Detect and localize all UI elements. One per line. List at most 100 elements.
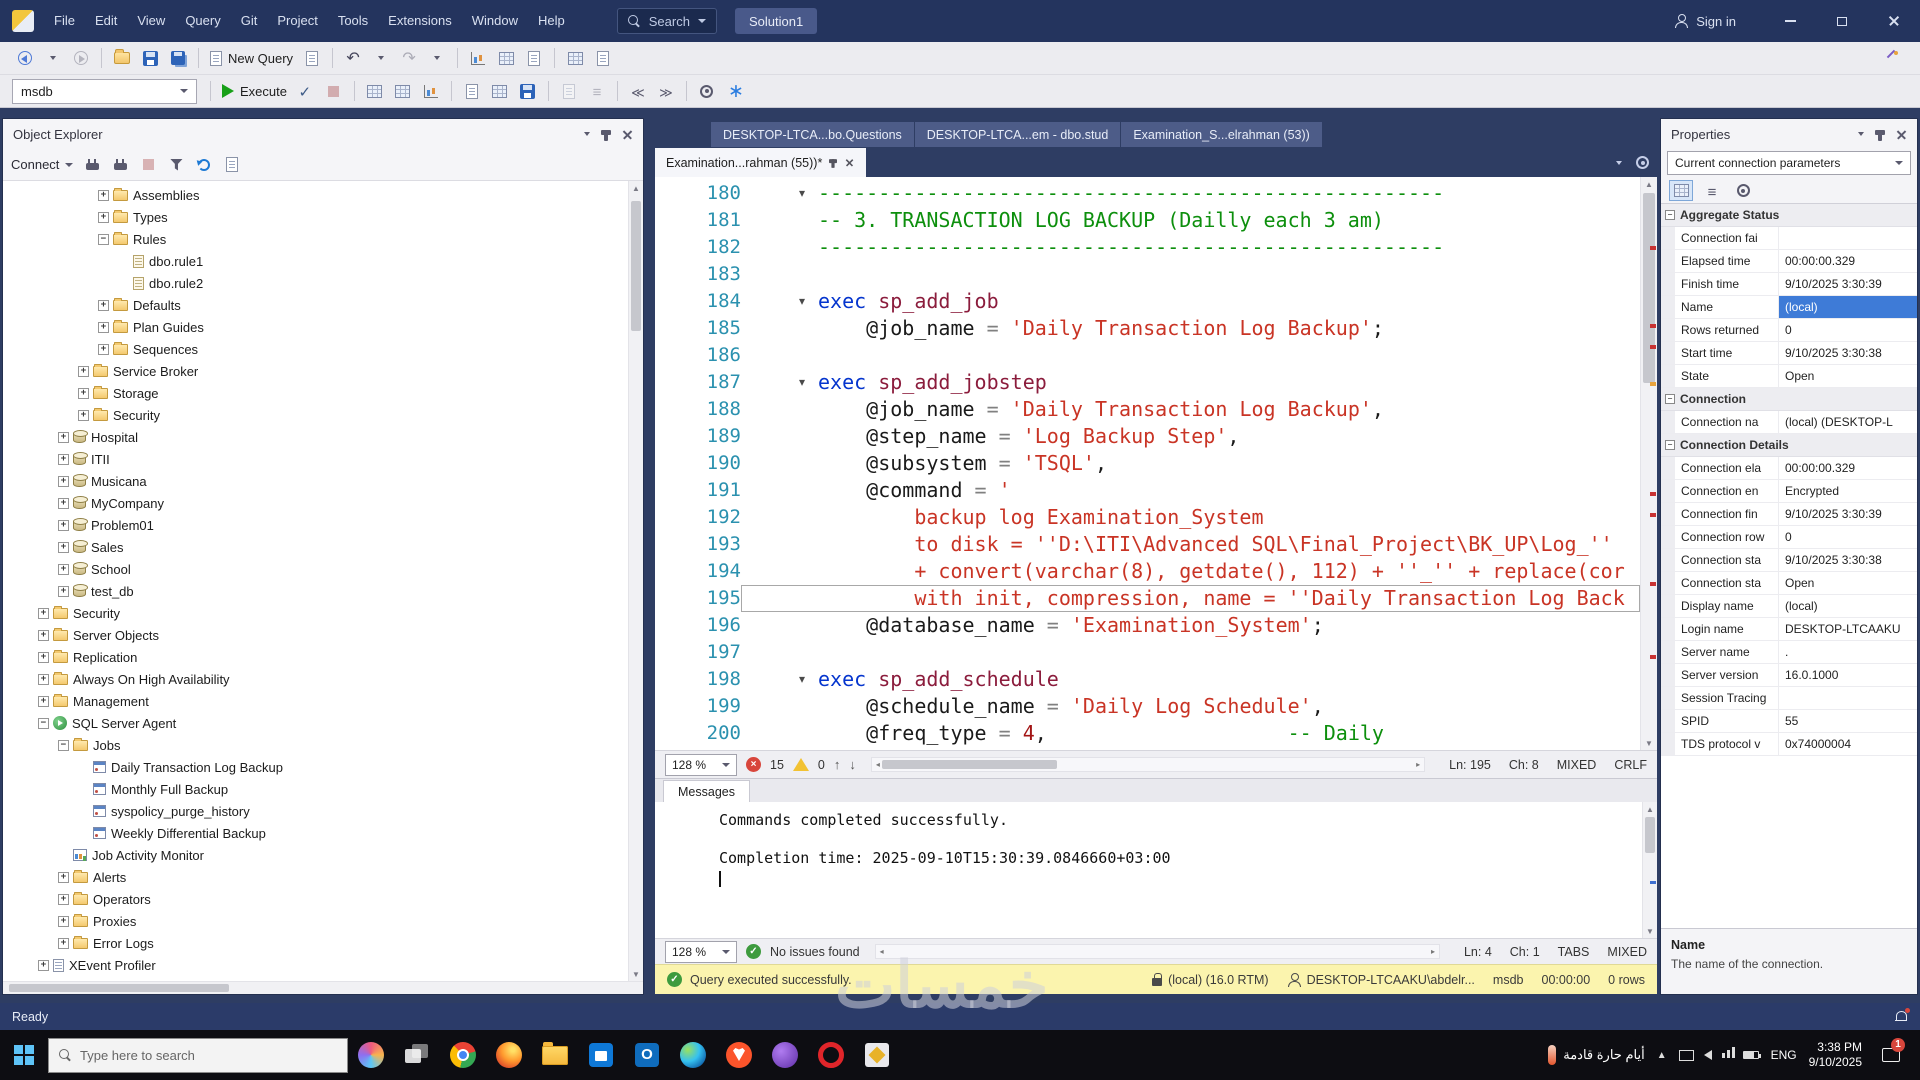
code-area[interactable]: 180 ▾ ------------------------------------… bbox=[655, 180, 1640, 750]
results-to-text-button[interactable] bbox=[459, 78, 485, 104]
fold-collapse-icon[interactable]: ▾ bbox=[799, 180, 805, 207]
start-button[interactable] bbox=[0, 1030, 48, 1080]
code-text[interactable]: to disk = ''D:\ITI\Advanced SQL\Final_Pr… bbox=[818, 531, 1612, 558]
tree-item-proxies[interactable]: + Proxies bbox=[3, 910, 628, 932]
activity-monitor-button[interactable] bbox=[465, 45, 491, 71]
scroll-down-icon[interactable]: ▼ bbox=[1641, 736, 1657, 750]
categorized-view-button[interactable] bbox=[1669, 180, 1693, 201]
tree-item-security[interactable]: + Security bbox=[3, 404, 628, 426]
menu-query[interactable]: Query bbox=[175, 0, 230, 42]
redo-dropdown-button[interactable] bbox=[424, 45, 450, 71]
pin-icon[interactable] bbox=[1875, 129, 1885, 141]
scroll-down-icon[interactable]: ▼ bbox=[1643, 924, 1657, 938]
disconnect-button[interactable] bbox=[107, 153, 133, 177]
property-row[interactable]: Server version 16.0.1000 bbox=[1661, 664, 1917, 687]
media-player-button[interactable] bbox=[762, 1030, 808, 1080]
tree-item-storage[interactable]: + Storage bbox=[3, 382, 628, 404]
tree-item-alerts[interactable]: + Alerts bbox=[3, 866, 628, 888]
object-explorer-header[interactable]: Object Explorer bbox=[3, 119, 643, 149]
sql-code-editor[interactable]: 180 ▾ ------------------------------------… bbox=[655, 177, 1657, 750]
scripting-options-button[interactable] bbox=[219, 153, 245, 177]
property-row[interactable]: Session Tracing bbox=[1661, 687, 1917, 710]
tree-item-monthly-full-backup[interactable]: Monthly Full Backup bbox=[3, 778, 628, 800]
expand-icon[interactable]: + bbox=[98, 299, 109, 311]
code-text[interactable]: exec sp_add_schedule bbox=[818, 666, 1059, 693]
tree-item-sequences[interactable]: + Sequences bbox=[3, 338, 628, 360]
tree-item-rules[interactable]: − Rules bbox=[3, 228, 628, 250]
query-options-button[interactable] bbox=[694, 78, 720, 104]
property-row[interactable]: Connection en Encrypted bbox=[1661, 480, 1917, 503]
property-section[interactable]: − Connection bbox=[1661, 388, 1917, 411]
outlook-button[interactable] bbox=[624, 1030, 670, 1080]
expand-icon[interactable]: + bbox=[58, 915, 69, 927]
property-pages-button[interactable] bbox=[1731, 180, 1755, 201]
tree-item-musicana[interactable]: + Musicana bbox=[3, 470, 628, 492]
code-text[interactable]: with init, compression, name = ''Daily T… bbox=[818, 585, 1624, 612]
error-count[interactable]: 15 bbox=[770, 758, 784, 772]
expand-icon[interactable]: + bbox=[58, 585, 69, 597]
tree-item-weekly-differential-backup[interactable]: Weekly Differential Backup bbox=[3, 822, 628, 844]
scroll-up-icon[interactable]: ▲ bbox=[629, 181, 643, 195]
gear-icon[interactable] bbox=[1636, 156, 1649, 169]
connect-button[interactable]: Connect bbox=[11, 157, 59, 172]
tree-item-job-activity-monitor[interactable]: Job Activity Monitor bbox=[3, 844, 628, 866]
collapse-icon[interactable]: − bbox=[1665, 210, 1675, 220]
sign-in-button[interactable]: Sign in bbox=[1674, 14, 1736, 29]
object-explorer-scrollbar[interactable]: ▲ ▼ bbox=[628, 181, 643, 981]
expand-icon[interactable]: + bbox=[58, 893, 69, 905]
sqlcmd-mode-button[interactable] bbox=[556, 78, 582, 104]
property-section[interactable]: − Connection Details bbox=[1661, 434, 1917, 457]
battery-icon[interactable] bbox=[1742, 1051, 1761, 1059]
action-center-button[interactable]: 1 bbox=[1874, 1030, 1908, 1080]
tree-item-mycompany[interactable]: + MyCompany bbox=[3, 492, 628, 514]
editor-scrollbar[interactable]: ▲ ▼ bbox=[1640, 177, 1657, 750]
tray-overflow-icon[interactable]: ▲ bbox=[1657, 1050, 1667, 1061]
tree-item-itii[interactable]: + ITII bbox=[3, 448, 628, 470]
connect-button[interactable] bbox=[79, 153, 105, 177]
menu-file[interactable]: File bbox=[44, 0, 85, 42]
display-estimated-plan-button[interactable] bbox=[362, 78, 388, 104]
collapse-icon[interactable]: − bbox=[1665, 394, 1675, 404]
alphabetical-view-button[interactable] bbox=[1700, 180, 1724, 201]
filter-button[interactable] bbox=[163, 153, 189, 177]
properties-window-button[interactable] bbox=[590, 45, 616, 71]
expand-icon[interactable]: + bbox=[98, 343, 109, 355]
opera-button[interactable] bbox=[808, 1030, 854, 1080]
display-icon[interactable] bbox=[1678, 1049, 1694, 1061]
scroll-left-icon[interactable]: ◂ bbox=[876, 945, 888, 958]
clock[interactable]: 3:38 PM 9/10/2025 bbox=[1809, 1040, 1862, 1070]
messages-scrollbar[interactable]: ▲ ▼ bbox=[1642, 802, 1657, 938]
scrollbar-thumb[interactable] bbox=[631, 201, 641, 331]
tree-item-syspolicy-purge-history[interactable]: syspolicy_purge_history bbox=[3, 800, 628, 822]
property-row[interactable]: Connection ela 00:00:00.329 bbox=[1661, 457, 1917, 480]
previous-issue-icon[interactable]: ↑ bbox=[834, 757, 841, 772]
expand-icon[interactable]: + bbox=[58, 431, 69, 443]
warning-count[interactable]: 0 bbox=[818, 758, 825, 772]
brave-button[interactable] bbox=[716, 1030, 762, 1080]
cancel-query-button[interactable] bbox=[321, 78, 347, 104]
tree-item-xevent-profiler[interactable]: + XEvent Profiler bbox=[3, 954, 628, 976]
expand-icon[interactable]: + bbox=[58, 937, 69, 949]
code-text[interactable]: ----------------------------------------… bbox=[818, 180, 1444, 207]
collapse-icon[interactable]: − bbox=[38, 717, 49, 729]
expand-icon[interactable]: + bbox=[58, 871, 69, 883]
ssms-button[interactable] bbox=[854, 1030, 900, 1080]
code-text[interactable]: @job_name = 'Daily Transaction Log Backu… bbox=[818, 315, 1384, 342]
property-row[interactable]: Display name (local) bbox=[1661, 595, 1917, 618]
intellisense-enabled-button[interactable] bbox=[722, 78, 748, 104]
tree-item-dbo-rule1[interactable]: dbo.rule1 bbox=[3, 250, 628, 272]
object-explorer-details-button[interactable] bbox=[562, 45, 588, 71]
collapse-icon[interactable]: − bbox=[1665, 440, 1675, 450]
collapse-icon[interactable]: − bbox=[58, 739, 69, 751]
scroll-right-icon[interactable]: ▸ bbox=[1427, 945, 1439, 958]
property-row[interactable]: Connection fai bbox=[1661, 227, 1917, 250]
code-text[interactable]: ----------------------------------------… bbox=[818, 234, 1444, 261]
close-button[interactable] bbox=[1868, 0, 1920, 42]
execute-button-button[interactable]: Execute bbox=[218, 78, 291, 104]
tree-item-error-logs[interactable]: + Error Logs bbox=[3, 932, 628, 954]
template-browser-button[interactable] bbox=[521, 45, 547, 71]
tree-item-security[interactable]: + Security bbox=[3, 602, 628, 624]
comment-selection-button[interactable] bbox=[584, 78, 610, 104]
code-text[interactable]: @freq_type = 4, -- Daily bbox=[818, 720, 1384, 747]
code-text[interactable]: @job_name = 'Daily Transaction Log Backu… bbox=[818, 396, 1384, 423]
